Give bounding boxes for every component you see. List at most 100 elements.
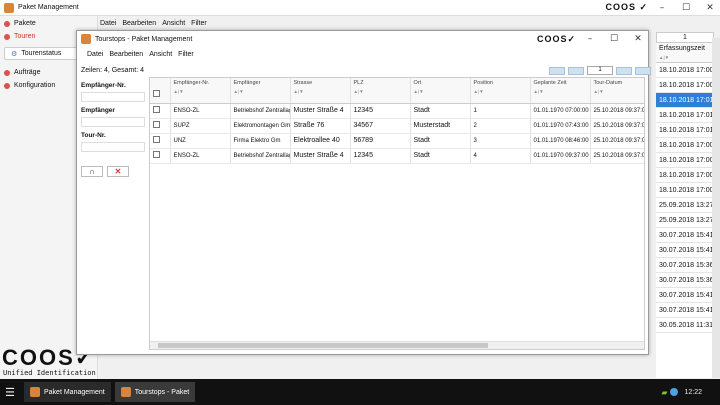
bg-time-cell[interactable]: 30.05.2018 11:31	[656, 318, 714, 333]
column-header[interactable]: Geplante Zeit ▲|▼	[530, 78, 591, 104]
dialog-menu-bearbeiten[interactable]: Bearbeiten	[109, 51, 143, 58]
bg-time-cell[interactable]: 30.07.2018 15:41	[656, 303, 714, 318]
column-header[interactable]: Empfänger-Nr. ▲|▼	[170, 78, 231, 104]
bg-time-cell[interactable]: 18.10.2018 17:00	[656, 138, 714, 153]
column-header[interactable]: Empfänger ▲|▼	[230, 78, 291, 104]
menu-bearbeiten[interactable]: Bearbeiten	[122, 20, 156, 27]
table-horizontal-scrollbar[interactable]	[150, 341, 644, 349]
menu-icon: ☰	[5, 386, 15, 399]
page-number[interactable]: 1	[587, 66, 613, 75]
table-cell: 25.10.2018 09:37:00	[590, 133, 644, 149]
battery-icon: ▰	[661, 387, 668, 397]
prev-page-button[interactable]	[568, 66, 584, 75]
clock: 12:22	[684, 388, 702, 396]
scrollbar-thumb[interactable]	[158, 343, 488, 348]
dialog-menu-bar: Datei Bearbeiten Ansicht Filter	[77, 47, 648, 60]
row-checkbox[interactable]	[153, 121, 160, 128]
bg-time-cell[interactable]: 18.10.2018 17:01	[656, 123, 714, 138]
task-paket-management[interactable]: Paket Management	[24, 382, 111, 402]
filter-input-tour-nr[interactable]	[81, 142, 145, 152]
bg-time-cell[interactable]: 30.07.2018 15:41	[656, 243, 714, 258]
filter-label-empfaenger-nr: Empfänger-Nr.	[81, 82, 126, 89]
table-cell: 34567	[350, 118, 411, 134]
bg-time-cell[interactable]: 30.07.2018 15:36	[656, 258, 714, 273]
bg-time-cell[interactable]: 18.10.2018 17:01	[656, 108, 714, 123]
menu-datei[interactable]: Datei	[100, 20, 116, 27]
row-select-cell[interactable]	[150, 148, 171, 164]
bg-time-cell[interactable]: 18.10.2018 17:01	[656, 93, 714, 108]
next-page-button[interactable]	[616, 66, 632, 75]
logo-tagline: Unified Identification	[3, 369, 96, 377]
filter-input-empfaenger[interactable]	[81, 117, 145, 127]
close-button[interactable]: ✕	[700, 3, 720, 13]
bg-time-cell[interactable]: 30.07.2018 15:36	[656, 273, 714, 288]
table-cell: 12345	[350, 148, 411, 164]
network-icon	[670, 388, 679, 396]
app-icon	[4, 2, 14, 13]
column-header[interactable]: Tour-Datum ▲|▼	[590, 78, 644, 104]
bg-time-cell[interactable]: 18.10.2018 17:00	[656, 78, 714, 93]
table-cell: Muster Straße 4	[290, 148, 351, 164]
dialog-minimize-button[interactable]: –	[580, 34, 600, 44]
pagination: 1	[549, 66, 651, 75]
bg-scrollbar[interactable]	[712, 38, 720, 378]
bg-page-number[interactable]: 1	[656, 32, 714, 43]
table-cell: Muster Straße 4	[290, 103, 351, 119]
menu-filter[interactable]: Filter	[191, 20, 207, 27]
table-cell: Stadt	[410, 148, 471, 164]
dialog-maximize-button[interactable]: ☐	[604, 34, 624, 44]
filter-panel: Empfänger-Nr. Empfänger Tour-Nr. ∩ ✕	[81, 77, 147, 347]
select-all-header[interactable]	[150, 78, 171, 104]
dialog-menu-datei[interactable]: Datei	[87, 51, 103, 58]
bg-time-cell[interactable]: 18.10.2018 17:00	[656, 168, 714, 183]
table-row[interactable]: UNZ Firma Elektro Gm Elektroallee 40 56789 S…	[150, 133, 644, 149]
maximize-button[interactable]: ☐	[676, 3, 696, 13]
table-row[interactable]: ENSO-ZL Betriebshof Zentrallag Muster Stra…	[150, 103, 644, 119]
column-header[interactable]: PLZ ▲|▼	[350, 78, 411, 104]
sidebar-item-pakete[interactable]: Pakete	[0, 17, 97, 30]
bg-time-cell[interactable]: 30.07.2018 15:41	[656, 228, 714, 243]
search-button[interactable]: ∩	[81, 166, 103, 177]
bg-time-cell[interactable]: 25.09.2018 13:27	[656, 198, 714, 213]
minimize-button[interactable]: –	[652, 3, 672, 13]
table-cell: ENSO-ZL	[170, 148, 231, 164]
column-header[interactable]: Position ▲|▼	[470, 78, 531, 104]
table-cell: 25.10.2018 09:37:00	[590, 148, 644, 164]
start-menu-button[interactable]: ☰	[0, 382, 20, 402]
row-checkbox[interactable]	[153, 136, 160, 143]
task-tourstops[interactable]: Tourstops - Paket	[114, 382, 196, 402]
table-cell: 56789	[350, 133, 411, 149]
tourstops-dialog: Tourstops - Paket Management COOS✓ – ☐ ✕…	[76, 30, 651, 355]
bg-column-header[interactable]: Erfassungszeit ▲|▼	[656, 43, 714, 63]
dialog-close-button[interactable]: ✕	[628, 34, 648, 44]
table-cell: 2	[470, 118, 531, 134]
row-select-cell[interactable]	[150, 103, 171, 119]
table-cell: 3	[470, 133, 531, 149]
dialog-menu-ansicht[interactable]: Ansicht	[149, 51, 172, 58]
column-header[interactable]: Ort ▲|▼	[410, 78, 471, 104]
select-all-checkbox[interactable]	[153, 90, 160, 97]
table-row[interactable]: SUPZ Elektromontagen Gmb Straße 76 34567 Mus…	[150, 118, 644, 134]
bg-table-right: 1 Erfassungszeit ▲|▼ 18.10.2018 17:00 18.1…	[656, 32, 714, 378]
menu-ansicht[interactable]: Ansicht	[162, 20, 185, 27]
first-page-button[interactable]	[549, 66, 565, 75]
clear-filter-button[interactable]: ✕	[107, 166, 129, 177]
bg-time-cell[interactable]: 30.07.2018 15:41	[656, 288, 714, 303]
row-select-cell[interactable]	[150, 118, 171, 134]
bg-time-cell[interactable]: 18.10.2018 17:00	[656, 153, 714, 168]
table-row[interactable]: ENSO-ZL Betriebshof Zentrallag Muster Stra…	[150, 148, 644, 164]
filter-input-empfaenger-nr[interactable]	[81, 92, 145, 102]
bg-time-cell[interactable]: 18.10.2018 17:00	[656, 63, 714, 78]
dialog-menu-filter[interactable]: Filter	[178, 51, 194, 58]
table-cell: ENSO-ZL	[170, 103, 231, 119]
bg-time-cell[interactable]: 18.10.2018 17:00	[656, 183, 714, 198]
row-checkbox[interactable]	[153, 106, 160, 113]
row-select-cell[interactable]	[150, 133, 171, 149]
rows-info: Zeilen: 4, Gesamt: 4	[81, 67, 145, 74]
last-page-button[interactable]	[635, 66, 651, 75]
bg-time-cell[interactable]: 25.09.2018 13:27	[656, 213, 714, 228]
table-cell: Musterstadt	[410, 118, 471, 134]
table-cell: 25.10.2018 09:37:00	[590, 103, 644, 119]
column-header[interactable]: Strasse ▲|▼	[290, 78, 351, 104]
row-checkbox[interactable]	[153, 151, 160, 158]
